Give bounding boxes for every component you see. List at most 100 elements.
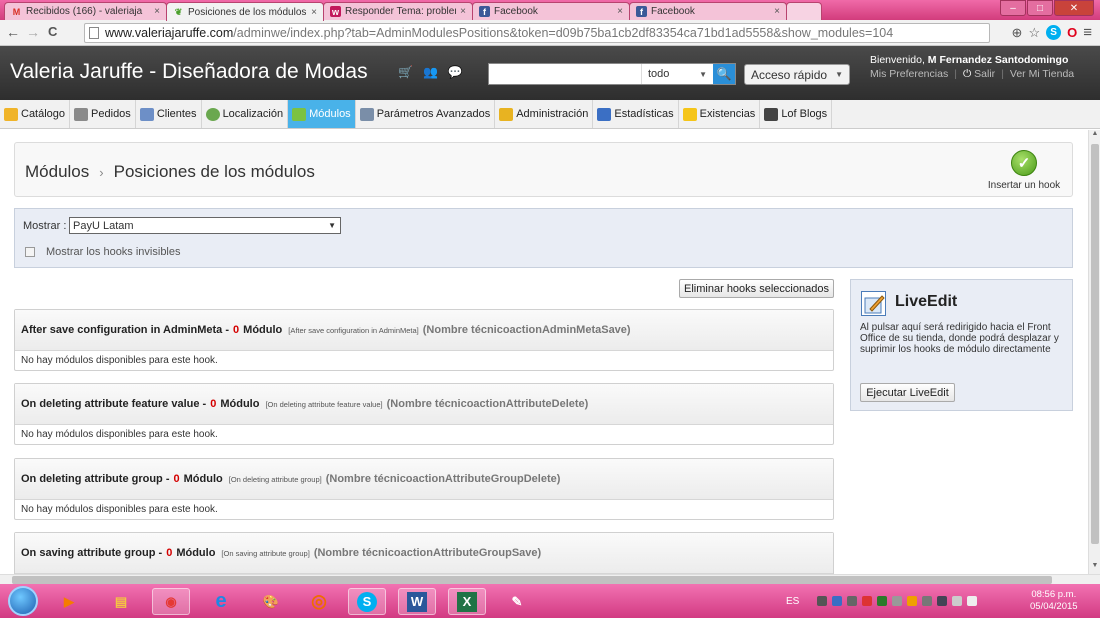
forward-icon[interactable]: →	[26, 24, 40, 40]
shop-name[interactable]: Valeria Jaruffe - Diseñadora de Modas	[10, 60, 368, 84]
internet-explorer-icon[interactable]: e	[202, 588, 240, 615]
hook-title: After save configuration in AdminMeta	[21, 324, 223, 336]
customers-icon	[139, 107, 154, 121]
network-icon[interactable]	[952, 596, 963, 606]
url-input[interactable]: www.valeriajaruffe.com/adminwe/index.php…	[84, 23, 990, 43]
scroll-up-icon[interactable]: ▲	[1089, 130, 1100, 142]
paint-icon[interactable]: 🎨	[252, 588, 290, 615]
vertical-scroll-thumb[interactable]	[1091, 144, 1099, 544]
address-bar-row: ← → C www.valeriajaruffe.com/adminwe/ind…	[0, 20, 1100, 46]
flag-icon[interactable]	[937, 596, 948, 606]
invisible-hooks-checkbox[interactable]	[25, 247, 35, 257]
skype-extension-icon[interactable]: S	[1046, 25, 1062, 40]
app-glyph: W	[407, 591, 427, 612]
quick-access-dropdown[interactable]: Acceso rápido ▼	[744, 64, 850, 85]
new-tab-button[interactable]	[786, 2, 822, 20]
chrome-icon[interactable]: ◉	[152, 588, 190, 615]
horizontal-scroll-thumb[interactable]	[12, 576, 1052, 584]
scroll-down-icon[interactable]: ▼	[1089, 562, 1100, 574]
customers-icon[interactable]: 👥	[423, 65, 438, 79]
tray-app-icon[interactable]	[877, 596, 888, 606]
menu-item-administration[interactable]: Administración	[495, 100, 594, 128]
messages-icon[interactable]: 💬	[448, 65, 463, 79]
hook-dash: -	[202, 398, 207, 410]
tray-app-icon[interactable]	[892, 596, 903, 606]
browser-tab-bar: M Recibidos (166) - valeriaja × ❦ Posici…	[0, 0, 1100, 21]
system-clock[interactable]: 08:56 p.m. 05/04/2015	[1030, 589, 1078, 613]
hook-panel: On deleting attribute feature value -0 Mó…	[14, 383, 834, 445]
hook-empty-message: No hay módulos disponibles para este hoo…	[21, 355, 218, 366]
close-icon[interactable]: ×	[460, 6, 466, 17]
firefox-icon[interactable]: ◎	[300, 588, 338, 615]
opera-extension-icon[interactable]: O	[1067, 25, 1077, 40]
insert-hook-button[interactable]: ✓ Insertar un hook	[986, 150, 1062, 191]
menu-item-customers[interactable]: Clientes	[136, 100, 202, 128]
tray-app-icon[interactable]	[922, 596, 933, 606]
tab-label: Responder Tema: problem	[345, 6, 457, 17]
view-shop-link[interactable]: Ver Mi Tienda	[1010, 68, 1074, 80]
close-icon[interactable]: ×	[774, 6, 780, 17]
key-icon	[499, 107, 514, 121]
language-indicator[interactable]: ES	[786, 596, 799, 607]
hook-subtitle: [On saving attribute group]	[221, 548, 310, 558]
tab-forum-reply[interactable]: w Responder Tema: problem ×	[323, 2, 473, 20]
breadcrumb-parent[interactable]: Módulos	[25, 162, 89, 181]
module-select[interactable]: PayU Latam ▼	[69, 217, 341, 234]
search-scope-select[interactable]: todo ▼	[641, 64, 713, 84]
delete-selected-hooks-button[interactable]: Eliminar hooks seleccionados	[679, 279, 834, 298]
tray-app-icon[interactable]	[817, 596, 828, 606]
skype-icon[interactable]: S	[348, 588, 386, 615]
maximize-icon[interactable]: □	[1027, 0, 1053, 16]
tab-gmail[interactable]: M Recibidos (166) - valeriaja ×	[4, 2, 167, 20]
module-select-value: PayU Latam	[73, 219, 134, 232]
search-input[interactable]	[489, 64, 641, 84]
menu-item-localization[interactable]: Localización	[202, 100, 289, 128]
tray-app-icon[interactable]	[862, 596, 873, 606]
bookmark-star-icon[interactable]: ☆	[1028, 25, 1040, 41]
explorer-icon[interactable]: ▤	[102, 588, 140, 615]
horizontal-scrollbar[interactable]	[0, 574, 1100, 584]
hook-dash: -	[158, 547, 163, 559]
menu-label: Existencias	[699, 108, 756, 120]
browser-menu-icon[interactable]: ≡	[1083, 24, 1092, 41]
menu-item-lof-blogs[interactable]: Lof Blogs	[760, 100, 833, 128]
menu-item-modules[interactable]: Módulos	[288, 100, 356, 128]
menu-label: Lof Blogs	[781, 108, 828, 120]
tab-facebook-2[interactable]: f Facebook ×	[629, 2, 787, 20]
tab-module-positions[interactable]: ❦ Posiciones de los módulos ×	[166, 2, 324, 21]
tab-facebook-1[interactable]: f Facebook ×	[472, 2, 630, 20]
hook-technical-name: (Nombre técnicoactionAttributeGroupSave)	[313, 547, 542, 559]
volume-icon[interactable]	[967, 596, 978, 606]
media-player-icon[interactable]: ▶	[50, 588, 88, 615]
minimize-icon[interactable]: –	[1000, 0, 1026, 16]
menu-item-statistics[interactable]: Estadísticas	[593, 100, 679, 128]
cart-icon[interactable]: 🛒	[398, 65, 413, 79]
excel-icon[interactable]: X	[448, 588, 486, 615]
tray-app-icon[interactable]	[847, 596, 858, 606]
admin-search: todo ▼ 🔍	[488, 63, 736, 85]
search-button[interactable]: 🔍	[713, 64, 735, 84]
menu-item-stock[interactable]: Existencias	[679, 100, 761, 128]
start-button[interactable]	[8, 586, 38, 616]
word-icon[interactable]: W	[398, 588, 436, 615]
back-icon[interactable]: ←	[6, 24, 20, 40]
invisible-hooks-label[interactable]: Mostrar los hooks invisibles	[46, 246, 181, 258]
menu-label: Módulos	[309, 108, 351, 120]
run-liveedit-button[interactable]: Ejecutar LiveEdit	[860, 383, 955, 402]
close-icon[interactable]: ×	[154, 6, 160, 17]
reload-icon[interactable]: C	[48, 24, 57, 39]
tray-app-icon[interactable]	[832, 596, 843, 606]
zoom-icon[interactable]: ⊕	[1012, 25, 1023, 41]
preferences-link[interactable]: Mis Preferencias	[870, 68, 948, 80]
tray-app-icon[interactable]	[907, 596, 918, 606]
paint-net-icon[interactable]: ✎	[498, 588, 536, 615]
close-window-icon[interactable]: ✕	[1054, 0, 1094, 16]
close-icon[interactable]: ×	[311, 7, 317, 18]
menu-item-orders[interactable]: Pedidos	[70, 100, 136, 128]
vertical-scrollbar[interactable]: ▲ ▼	[1088, 130, 1100, 574]
menu-item-advanced-parameters[interactable]: Parámetros Avanzados	[356, 100, 496, 128]
menu-item-catalog[interactable]: Catálogo	[0, 100, 71, 128]
close-icon[interactable]: ×	[617, 6, 623, 17]
hook-subtitle: [After save configuration in AdminMeta]	[288, 325, 419, 335]
logout-link[interactable]: Salir	[974, 68, 995, 80]
